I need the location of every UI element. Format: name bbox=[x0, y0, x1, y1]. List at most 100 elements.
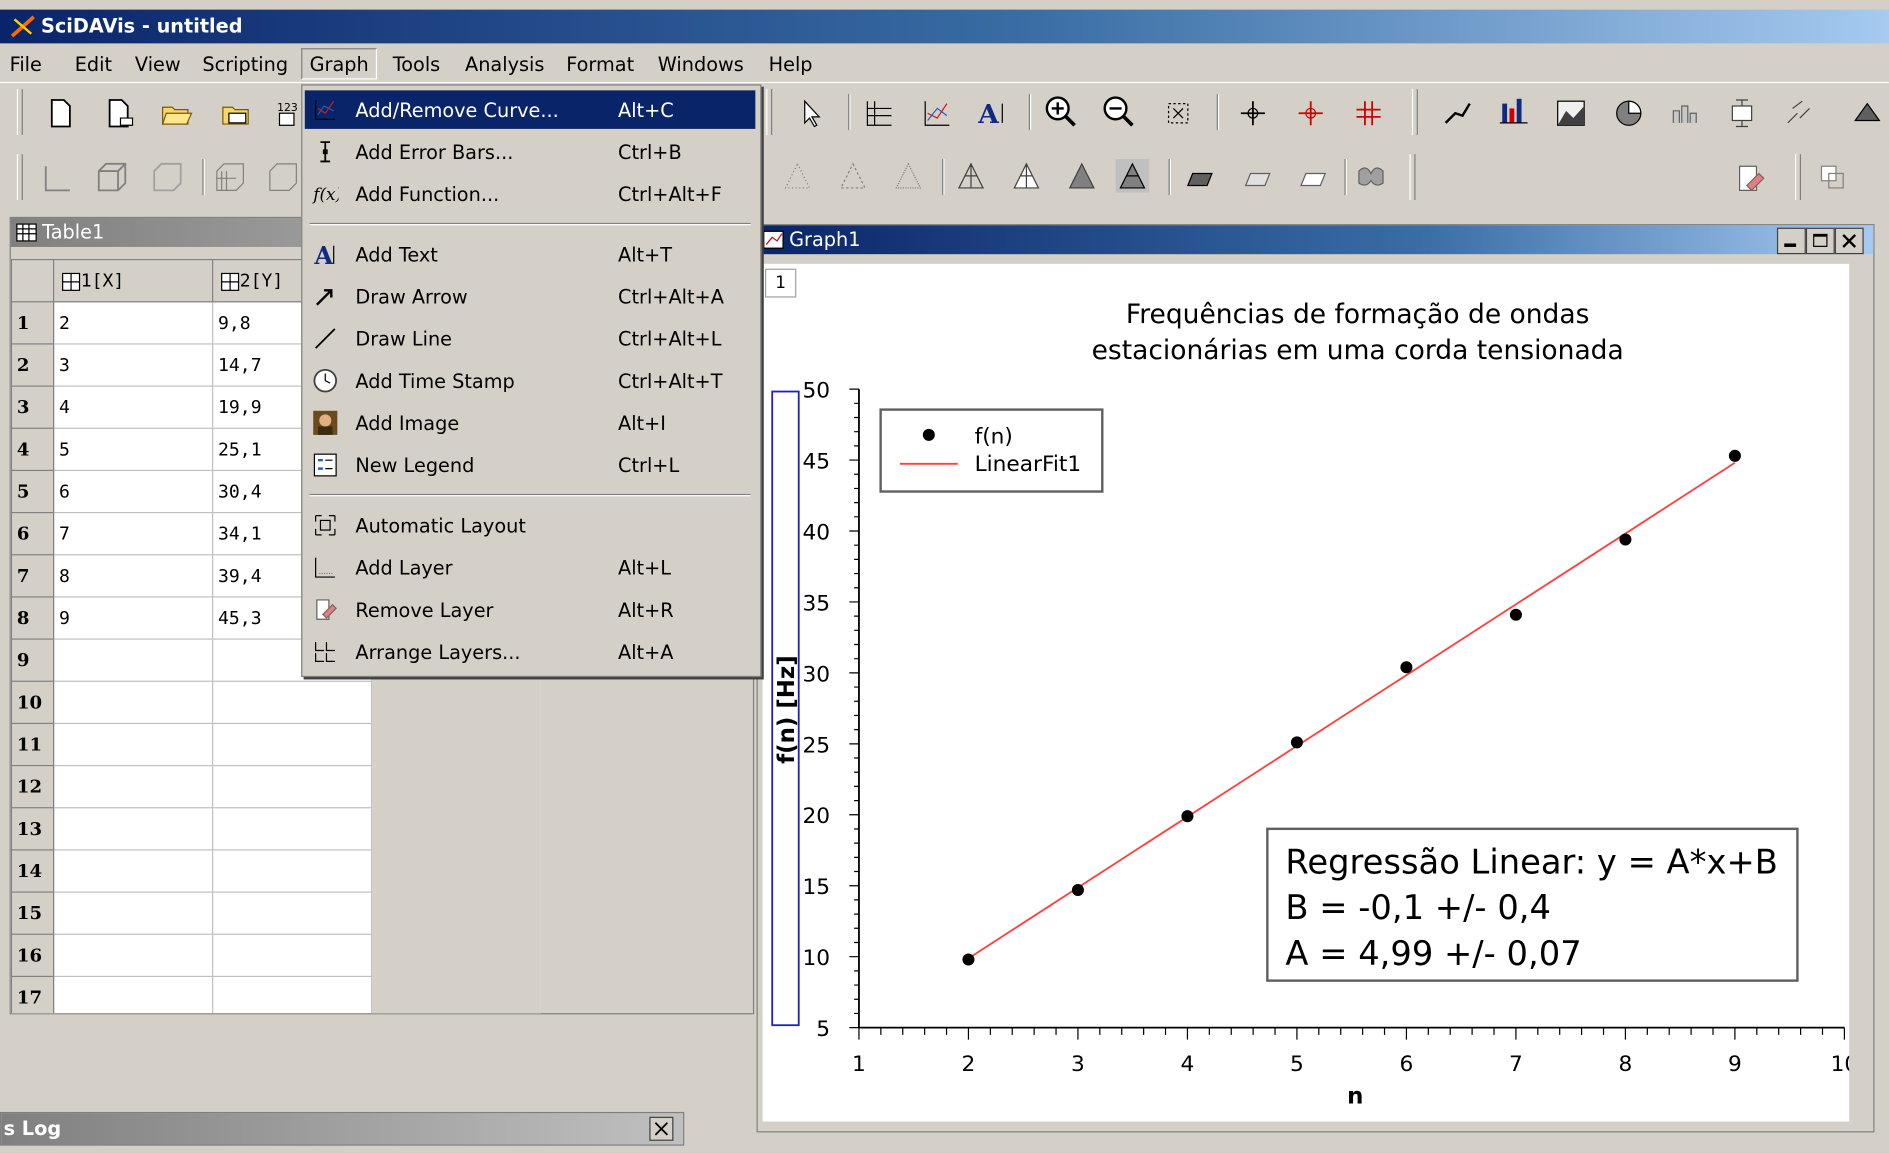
table-cell[interactable] bbox=[53, 764, 214, 809]
polygon-style-icon[interactable] bbox=[1065, 159, 1099, 193]
row-header[interactable]: 8 bbox=[10, 596, 55, 640]
row-header[interactable]: 11 bbox=[10, 722, 55, 767]
table-cell[interactable] bbox=[212, 975, 373, 1014]
row-header[interactable]: 14 bbox=[10, 849, 55, 893]
row-header[interactable]: 1 bbox=[10, 301, 55, 345]
table-cell[interactable]: 3 bbox=[53, 343, 214, 387]
line-plot-icon[interactable] bbox=[1441, 96, 1475, 130]
menu-item-draw-line[interactable]: Draw Line Ctrl+Alt+L bbox=[305, 319, 756, 358]
menu-windows[interactable]: Windows bbox=[658, 53, 744, 76]
menu-item-add-time-stamp[interactable]: Add Time Stamp Ctrl+Alt+T bbox=[305, 361, 756, 400]
row-header[interactable]: 15 bbox=[10, 891, 55, 935]
table-cell[interactable] bbox=[212, 680, 373, 725]
row-header[interactable]: 6 bbox=[10, 511, 55, 556]
pointer-icon[interactable] bbox=[795, 96, 829, 130]
row-header[interactable]: 9 bbox=[10, 638, 55, 682]
menu-edit[interactable]: Edit bbox=[75, 53, 112, 76]
table-cell[interactable] bbox=[53, 638, 214, 682]
menu-help[interactable]: Help bbox=[769, 53, 813, 76]
bar-chart-icon[interactable] bbox=[1496, 94, 1530, 128]
screen-reader-icon[interactable] bbox=[1294, 96, 1328, 130]
new-file-icon[interactable] bbox=[104, 96, 138, 130]
layer-move-icon[interactable] bbox=[1817, 161, 1851, 195]
toolbar-handle[interactable] bbox=[1411, 89, 1418, 135]
menu-view[interactable]: View bbox=[135, 53, 181, 76]
table-cell[interactable] bbox=[212, 764, 373, 809]
table-cell[interactable] bbox=[212, 722, 373, 767]
row-header[interactable]: 3 bbox=[10, 385, 55, 429]
close-button[interactable] bbox=[1834, 227, 1864, 255]
menu-item-add-function[interactable]: f(x) Add Function... Ctrl+Alt+F bbox=[305, 175, 756, 214]
toolbar-handle[interactable] bbox=[16, 154, 23, 200]
menu-file[interactable]: File bbox=[10, 53, 42, 76]
table-cell[interactable]: 8 bbox=[53, 554, 214, 598]
menu-item-automatic-layout[interactable]: Automatic Layout bbox=[305, 506, 756, 545]
move-points-icon[interactable] bbox=[1352, 96, 1386, 130]
pie-chart-icon[interactable] bbox=[1612, 96, 1646, 130]
menu-item-remove-layer[interactable]: Remove Layer Alt+R bbox=[305, 590, 756, 629]
cone-style-icon[interactable] bbox=[891, 159, 925, 193]
menu-scripting[interactable]: Scripting bbox=[202, 53, 288, 76]
row-header[interactable]: 12 bbox=[10, 764, 55, 809]
menu-item-draw-arrow[interactable]: Draw Arrow Ctrl+Alt+A bbox=[305, 277, 756, 316]
table-cell[interactable]: 5 bbox=[53, 427, 214, 472]
cross-style-icon[interactable] bbox=[836, 159, 870, 193]
table-cell[interactable]: 9 bbox=[53, 596, 214, 640]
box-plot-icon[interactable] bbox=[1725, 96, 1759, 130]
vector-plot-icon[interactable] bbox=[1783, 96, 1817, 130]
table-cell[interactable]: 6 bbox=[53, 469, 214, 514]
box-frame-icon[interactable] bbox=[149, 159, 183, 193]
table-cell[interactable] bbox=[53, 849, 214, 893]
table-cell[interactable] bbox=[53, 933, 214, 978]
menu-item-add-error-bars[interactable]: Add Error Bars... Ctrl+B bbox=[305, 133, 756, 172]
axes-icon[interactable] bbox=[41, 161, 75, 195]
menu-graph[interactable]: Graph bbox=[301, 48, 378, 80]
row-header[interactable]: 17 bbox=[10, 975, 55, 1014]
animation-icon[interactable] bbox=[1354, 159, 1388, 193]
table-cell[interactable] bbox=[212, 933, 373, 978]
menu-item-add-text[interactable]: A Add Text Alt+T bbox=[305, 235, 756, 274]
curves-icon[interactable] bbox=[920, 96, 954, 130]
title-bar[interactable]: SciDAVis - untitled bbox=[0, 9, 1889, 44]
open-folder-icon[interactable] bbox=[159, 96, 193, 130]
floor-isolines-icon[interactable] bbox=[1238, 161, 1272, 195]
text-tool-icon[interactable]: A bbox=[976, 96, 1010, 130]
table-cell[interactable]: 4 bbox=[53, 385, 214, 429]
results-log-window[interactable]: s Log bbox=[0, 1102, 685, 1153]
toolbar-handle[interactable] bbox=[766, 89, 773, 135]
row-header[interactable]: 2 bbox=[10, 343, 55, 387]
menu-analysis[interactable]: Analysis bbox=[465, 53, 544, 76]
row-header[interactable]: 4 bbox=[10, 427, 55, 472]
menu-item-arrange-layers[interactable]: Arrange Layers... Alt+A bbox=[305, 632, 756, 671]
row-header[interactable]: 10 bbox=[10, 680, 55, 725]
new-project-icon[interactable] bbox=[43, 96, 77, 130]
menu-item-add-remove-curve[interactable]: Add/Remove Curve... Alt+C bbox=[304, 90, 756, 129]
table-cell[interactable] bbox=[53, 680, 214, 725]
crosshair-icon[interactable] bbox=[1236, 96, 1270, 130]
row-header[interactable]: 13 bbox=[10, 807, 55, 851]
plot-area[interactable]: Frequências de formação de ondas estacion… bbox=[763, 264, 1850, 1122]
row-header[interactable]: 16 bbox=[10, 933, 55, 978]
table-cell[interactable] bbox=[53, 807, 214, 851]
table-cell[interactable] bbox=[212, 807, 373, 851]
table-cell[interactable] bbox=[53, 891, 214, 935]
grid-floor-icon[interactable] bbox=[212, 159, 246, 193]
menu-item-new-legend[interactable]: New Legend Ctrl+L bbox=[305, 446, 756, 485]
wireframe-icon[interactable] bbox=[954, 159, 988, 193]
remove-layer-icon[interactable] bbox=[1732, 161, 1766, 195]
hidden-line-icon[interactable] bbox=[1010, 159, 1044, 193]
grid-wall-icon[interactable] bbox=[265, 159, 299, 193]
menu-item-add-layer[interactable]: Add Layer Alt+L bbox=[305, 548, 756, 587]
graph-canvas[interactable]: 1 Frequências de formação de ondas estaci… bbox=[762, 263, 1850, 1122]
row-header[interactable]: 5 bbox=[10, 469, 55, 514]
table-cell[interactable] bbox=[212, 849, 373, 893]
surface-plot-icon[interactable] bbox=[1850, 96, 1884, 130]
table-cell[interactable] bbox=[53, 722, 214, 767]
graph-title-bar[interactable]: Graph1 bbox=[757, 225, 1874, 255]
graph-window[interactable]: Graph1 1 Frequências de formação de onda… bbox=[756, 224, 1875, 1133]
minimize-button[interactable] bbox=[1776, 227, 1806, 255]
toolbar-handle[interactable] bbox=[1795, 154, 1802, 200]
dots-style-icon[interactable] bbox=[781, 159, 815, 193]
empty-floor-icon[interactable] bbox=[1294, 161, 1328, 195]
zoom-out-icon[interactable] bbox=[1101, 94, 1135, 128]
